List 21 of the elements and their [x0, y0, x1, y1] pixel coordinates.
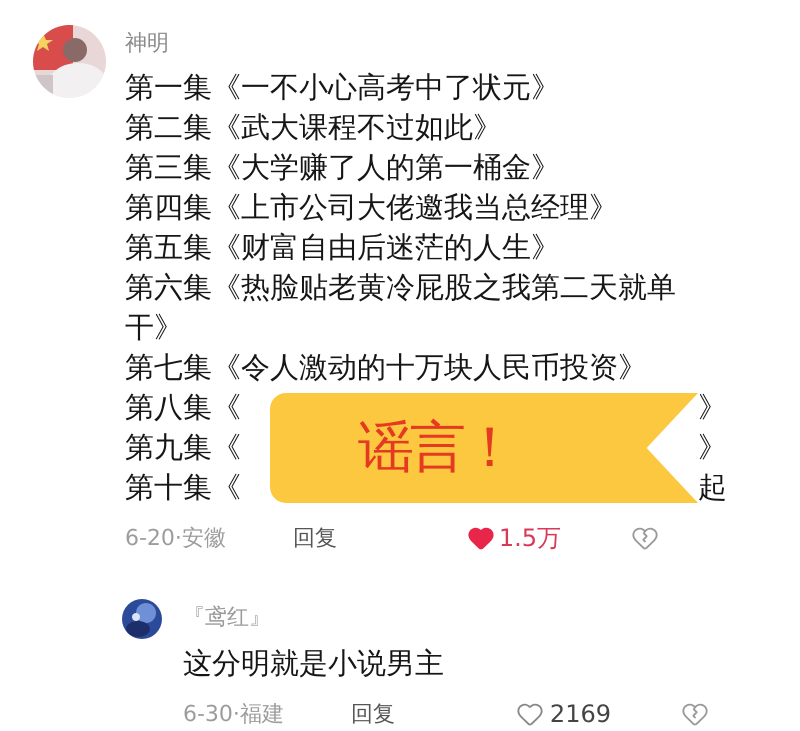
comment-meta: 6-30·福建 [183, 700, 285, 728]
comment-text: 第二集《武大课程不过如此》 [125, 109, 502, 146]
comment-text: 第四集《上市公司大佬邀我当总经理》 [125, 189, 618, 226]
comment-text: 第七集《令人激动的十万块人民币投资》 [125, 349, 647, 386]
sticker-text: 谣言！ [358, 420, 514, 476]
comment-text: 第八集《 [125, 389, 241, 426]
like-button[interactable]: 2169 [516, 696, 611, 731]
comment-text: 》 [698, 389, 727, 426]
comment-text: 第五集《财富自由后迷茫的人生》 [125, 229, 560, 266]
comment-text: 第十集《 [125, 469, 241, 506]
comment-meta: 6-20·安徽 [125, 524, 227, 552]
like-button[interactable]: 1.5万 [466, 520, 561, 556]
reply-button[interactable]: 回复 [351, 698, 395, 730]
comment-text: 第一集《一不小心高考中了状元》 [125, 69, 560, 106]
comment-text: 起 [698, 469, 727, 506]
comment-text: 第九集《 [125, 429, 241, 466]
comment-text: 第三集《大学赚了人的第一桶金》 [125, 149, 560, 186]
reply-button[interactable]: 回复 [293, 522, 337, 554]
comment-text: 这分明就是小说男主 [183, 645, 444, 682]
comment-text: 》 [698, 429, 727, 466]
comment-text: 第六集《热脸贴老黄冷屁股之我第二天就单干》 [125, 269, 677, 346]
